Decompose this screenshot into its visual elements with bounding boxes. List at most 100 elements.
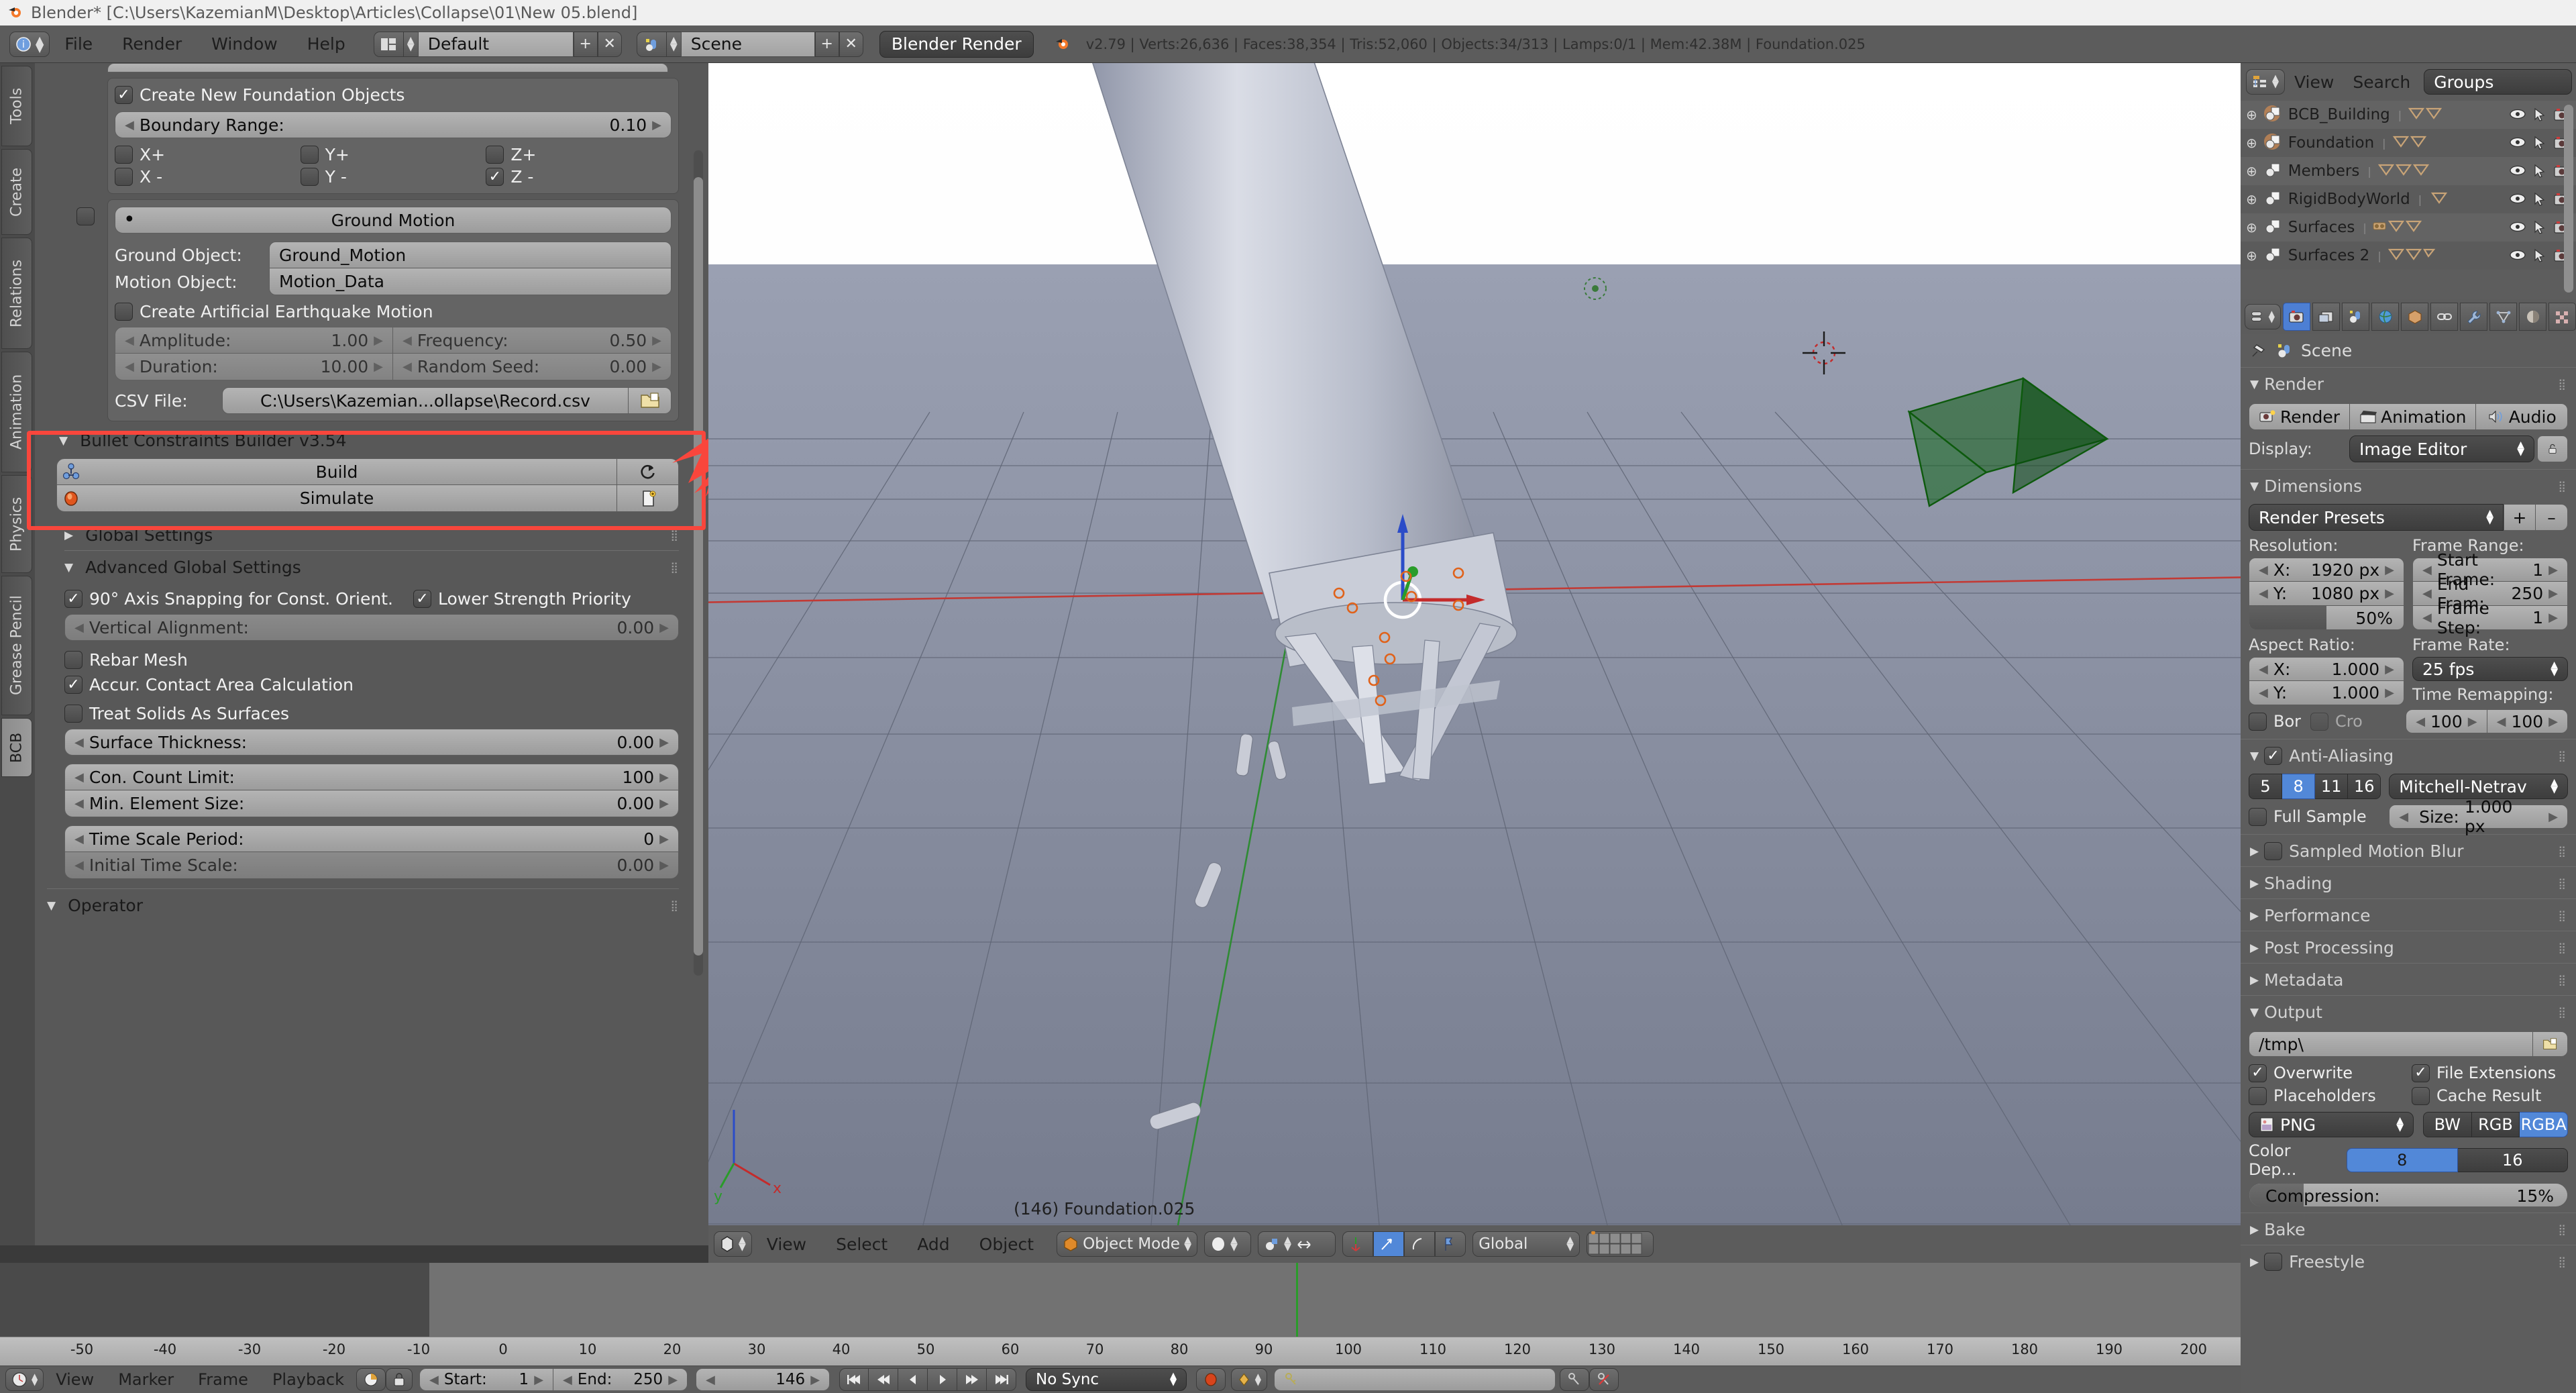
resolution-y-field[interactable]: ◀ Y: 1080 px ▶ xyxy=(2249,582,2404,606)
rebar-mesh-checkbox[interactable] xyxy=(64,651,83,669)
full-sample-checkbox[interactable] xyxy=(2249,807,2267,826)
selectable-cursor-icon[interactable] xyxy=(2533,248,2546,263)
screen-layout-selector[interactable]: ▲ ▼ Default + ✕ xyxy=(373,31,622,57)
cache-result-toggle[interactable]: Cache Result xyxy=(2412,1086,2568,1105)
tab-data[interactable] xyxy=(2489,303,2517,331)
end-frame-timeline-field[interactable]: ◀ End: 250 ▶ xyxy=(553,1368,688,1391)
antialiasing-checkbox[interactable] xyxy=(2264,747,2283,765)
panel-grip-icon[interactable]: ⣿ xyxy=(2558,378,2567,391)
tab-modifiers[interactable] xyxy=(2460,303,2487,331)
visibility-eye-icon[interactable] xyxy=(2509,107,2526,121)
lower-strength-checkbox[interactable] xyxy=(413,590,431,608)
outliner-menu-view[interactable]: View xyxy=(2285,72,2343,92)
motion-object-field[interactable]: Motion_Data xyxy=(269,268,672,295)
editor-type-info-button[interactable]: i ▲ ▼ xyxy=(9,31,50,57)
manipulator-mode-group[interactable] xyxy=(1342,1231,1466,1257)
file-extensions-checkbox[interactable] xyxy=(2412,1064,2430,1082)
surface-thickness-field[interactable]: ◀ Surface Thickness: 0.00 ▶ xyxy=(64,729,679,756)
remap-new-field[interactable]: ◀ 100 ▶ xyxy=(2487,709,2568,733)
tab-constraints[interactable] xyxy=(2430,303,2458,331)
sidebar-item-bcb[interactable]: BCB xyxy=(1,718,32,777)
sidebar-item-create[interactable]: Create xyxy=(1,149,32,235)
performance-section-header[interactable]: ▶ Performance ⣿ xyxy=(2241,898,2576,931)
panel-grip-icon[interactable]: ⣿ xyxy=(2558,1006,2567,1019)
vertical-alignment-field[interactable]: ◀ Vertical Alignment: 0.00 ▶ xyxy=(64,614,679,641)
motion-blur-checkbox[interactable] xyxy=(2264,842,2283,860)
treat-solids-toggle[interactable]: Treat Solids As Surfaces xyxy=(64,704,679,723)
manipulator-extra-button[interactable] xyxy=(1435,1231,1466,1257)
layout-updown-icon[interactable]: ▲ ▼ xyxy=(402,31,418,57)
expand-icon[interactable]: ⊕ xyxy=(2246,163,2257,179)
sidebar-item-physics[interactable]: Physics xyxy=(1,475,32,573)
keying-set-field[interactable] xyxy=(1274,1368,1556,1391)
left-panel-scrollbar-track[interactable] xyxy=(694,150,703,976)
panel-grip-icon[interactable]: ⣿ xyxy=(2558,974,2567,986)
accur-contact-toggle[interactable]: Accur. Contact Area Calculation xyxy=(64,675,679,694)
sidebar-item-relations[interactable]: Relations xyxy=(1,238,32,349)
overwrite-toggle[interactable]: Overwrite xyxy=(2249,1064,2405,1082)
xminus-checkbox[interactable] xyxy=(115,168,133,186)
timeline-track-area[interactable] xyxy=(0,1263,2241,1337)
play-reverse-button[interactable] xyxy=(898,1368,928,1391)
outliner-display-mode-selector[interactable]: Groups xyxy=(2424,69,2572,95)
timeline-playhead[interactable] xyxy=(1296,1263,1298,1337)
selectable-cursor-icon[interactable] xyxy=(2533,136,2546,150)
viewport-menu-select[interactable]: Select xyxy=(821,1235,902,1254)
viewport-menu-view[interactable]: View xyxy=(752,1235,821,1254)
viewport-shading-selector[interactable]: ▲ ▼ xyxy=(1204,1231,1252,1257)
jump-start-button[interactable] xyxy=(839,1368,869,1391)
left-panel-scrollbar-thumb[interactable] xyxy=(694,177,703,956)
editor-type-timeline-button[interactable]: ▲ ▼ xyxy=(5,1368,44,1391)
selectable-cursor-icon[interactable] xyxy=(2533,107,2546,122)
render-section-header[interactable]: ▼ Render ⣿ xyxy=(2241,367,2576,399)
playback-controls[interactable] xyxy=(839,1368,1017,1391)
bcb-panel-header[interactable]: ▼ Bullet Constraints Builder v3.54 xyxy=(56,431,679,450)
render-audio-button[interactable]: Audio xyxy=(2476,403,2568,430)
advanced-global-header[interactable]: ▼ Advanced Global Settings ⣿ xyxy=(64,558,679,577)
xplus-checkbox[interactable] xyxy=(115,146,133,164)
expand-icon[interactable]: ⊕ xyxy=(2246,248,2257,264)
add-preset-button[interactable]: + xyxy=(2504,504,2536,531)
scene-updown-icon[interactable]: ▲ ▼ xyxy=(665,31,681,57)
selectable-cursor-icon[interactable] xyxy=(2533,192,2546,207)
scale-manipulator-button[interactable] xyxy=(1404,1231,1436,1257)
frame-step-field[interactable]: ◀ Frame Step: 1 ▶ xyxy=(2412,599,2568,637)
list-item[interactable]: ⊕ Surfaces 2 | xyxy=(2241,242,2576,270)
next-keyframe-button[interactable] xyxy=(957,1368,987,1391)
translate-manipulator-button[interactable] xyxy=(1342,1231,1374,1257)
freestyle-section-header[interactable]: ▶ Freestyle ⣿ xyxy=(2241,1245,2576,1277)
add-layout-button[interactable]: + xyxy=(573,31,598,57)
3d-viewport[interactable]: x y (146) Foundation.025 xyxy=(708,63,2241,1225)
decrement-icon[interactable]: ◀ xyxy=(125,118,134,132)
aspect-y-field[interactable]: ◀ Y: 1.000 ▶ xyxy=(2249,681,2404,705)
panel-grip-icon[interactable]: ⣿ xyxy=(670,561,679,574)
expand-icon[interactable]: ⊕ xyxy=(2246,191,2257,207)
initial-time-scale-field[interactable]: ◀ Initial Time Scale: 0.00 ▶ xyxy=(64,852,679,879)
play-button[interactable] xyxy=(928,1368,958,1391)
frequency-field[interactable]: ◀ Frequency: 0.50 ▶ xyxy=(393,327,672,354)
csv-file-browse-button[interactable] xyxy=(629,387,672,414)
aspect-x-field[interactable]: ◀ X: 1.000 ▶ xyxy=(2249,657,2404,681)
outliner-menu-search[interactable]: Search xyxy=(2343,72,2420,92)
color-depth-group[interactable]: 8 16 xyxy=(2347,1148,2568,1172)
overwrite-checkbox[interactable] xyxy=(2249,1064,2267,1082)
color-mode-bw-button[interactable]: BW xyxy=(2423,1112,2472,1137)
placeholders-toggle[interactable]: Placeholders xyxy=(2249,1086,2405,1105)
axis-toggle-xminus[interactable]: X - xyxy=(115,167,301,187)
file-extensions-toggle[interactable]: File Extensions xyxy=(2412,1064,2568,1082)
scene-name[interactable]: Scene xyxy=(680,31,815,57)
timeline-menu-frame[interactable]: Frame xyxy=(186,1370,260,1389)
random-seed-field[interactable]: ◀ Random Seed: 0.00 ▶ xyxy=(393,354,672,380)
selectable-cursor-icon[interactable] xyxy=(2533,164,2546,178)
border-toggle[interactable]: Bor xyxy=(2249,712,2301,731)
create-foundation-checkbox[interactable] xyxy=(115,86,133,104)
list-item[interactable]: ⊕ Surfaces | xyxy=(2241,213,2576,242)
color-depth-16-button[interactable]: 16 xyxy=(2457,1148,2568,1172)
aa-sample-5-button[interactable]: 5 xyxy=(2249,774,2283,799)
treat-solids-checkbox[interactable] xyxy=(64,705,83,723)
sidebar-item-tools[interactable]: Tools xyxy=(1,66,32,146)
shading-section-header[interactable]: ▶ Shading ⣿ xyxy=(2241,866,2576,898)
border-checkbox[interactable] xyxy=(2249,712,2267,731)
panel-grip-icon[interactable]: ⣿ xyxy=(2558,750,2567,762)
panel-grip-icon[interactable]: ⣿ xyxy=(2558,909,2567,922)
